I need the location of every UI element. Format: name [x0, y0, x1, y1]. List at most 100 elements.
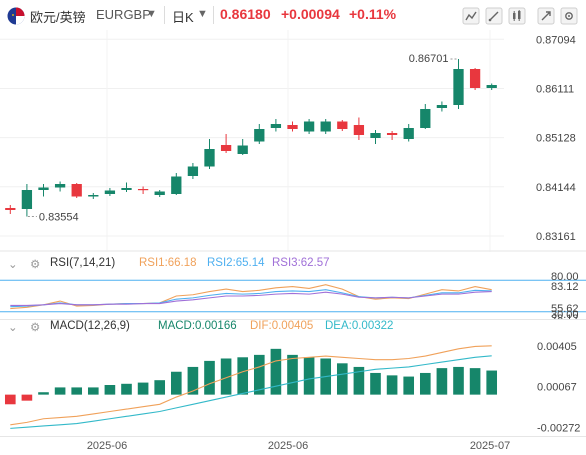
candle-body — [54, 184, 66, 188]
chart-header: 欧元/英镑 EURGBP ▼ 日K ▼ 0.86180 +0.00094 +0.… — [0, 0, 586, 30]
high-annotation: 0.86701 — [409, 53, 449, 65]
candle-body — [71, 184, 82, 197]
rsi-tick-label: 28.12 — [551, 313, 579, 320]
y-tick-label: 0.87094 — [536, 34, 576, 46]
price-change-percent: +0.11% — [349, 6, 397, 22]
y-tick-label: 0.85128 — [536, 133, 576, 145]
rsi3-value: RSI3:62.57 — [272, 257, 330, 269]
macd-histogram-bar — [419, 372, 431, 395]
macd-histogram-bar — [436, 368, 448, 395]
candle-body — [337, 121, 348, 129]
macd-histogram-bar — [121, 383, 132, 395]
settings-icon[interactable] — [559, 6, 579, 26]
chart-app: 欧元/英镑 EURGBP ▼ 日K ▼ 0.86180 +0.00094 +0.… — [0, 0, 586, 455]
macd-histogram-bar — [270, 348, 282, 395]
macd-chart[interactable]: 0.00405 0.00067 -0.00272 — [0, 336, 586, 436]
divider — [213, 6, 214, 24]
macd-histogram-bar — [21, 394, 33, 401]
candle-body — [386, 133, 398, 135]
macd-histogram-bar — [287, 354, 298, 395]
macd-tick-label: 0.00405 — [537, 341, 577, 353]
collapse-icon[interactable]: ⌄ — [8, 257, 18, 271]
macd-histogram-bar — [403, 376, 415, 395]
candle-body — [469, 69, 481, 88]
macd-histogram-bar — [336, 363, 348, 395]
eurgbp-flag-icon — [7, 7, 25, 25]
macd-histogram-bar — [71, 387, 83, 395]
macd-histogram-bar — [170, 371, 182, 395]
macd-header: ⌄ ⚙ MACD(12,26,9) MACD:0.00166 DIF:0.004… — [0, 320, 586, 336]
dif-line — [10, 345, 492, 426]
macd-histogram-bar — [303, 357, 315, 395]
candle-body — [204, 149, 215, 167]
candle-body — [88, 195, 99, 197]
symbol-code[interactable]: EURGBP — [96, 7, 151, 22]
x-tick-label: 2025-06 — [268, 440, 308, 452]
dea-line — [10, 355, 492, 429]
indicator-icon[interactable] — [461, 6, 481, 26]
rsi-title: RSI(7,14,21) — [50, 257, 116, 269]
macd-histogram-bar — [87, 387, 99, 395]
period-selector[interactable]: 日K — [172, 7, 194, 26]
candle-body — [137, 189, 149, 191]
symbol-name[interactable]: 欧元/英镑 — [30, 7, 86, 26]
chevron-down-icon[interactable]: ▼ — [197, 8, 208, 20]
low-annotation: 0.83554 — [39, 212, 79, 224]
rsi-tick-label: 83.12 — [551, 281, 579, 293]
y-tick-label: 0.86111 — [536, 83, 574, 95]
candle-body — [21, 190, 33, 209]
candle-body — [237, 145, 248, 154]
dea-value: DEA:0.00322 — [325, 320, 394, 332]
candle-body — [121, 188, 132, 190]
x-axis: 2025-06 2025-06 2025-07 — [0, 436, 586, 452]
candle-body — [436, 105, 448, 108]
gear-icon[interactable]: ⚙ — [30, 320, 40, 334]
macd-title: MACD(12,26,9) — [50, 320, 130, 332]
price-change: +0.00094 — [281, 6, 340, 22]
macd-histogram-bar — [154, 380, 166, 395]
last-price: 0.86180 — [220, 6, 271, 22]
candle-body — [420, 109, 431, 128]
macd-tick-label: -0.00272 — [537, 422, 580, 434]
rsi1-value: RSI1:66.18 — [139, 257, 197, 269]
candle-body — [270, 124, 282, 128]
macd-histogram-bar — [453, 366, 464, 395]
macd-histogram-bar — [370, 372, 381, 395]
rsi-header: ⌄ ⚙ RSI(7,14,21) RSI1:66.18 RSI2:65.14 R… — [0, 257, 586, 273]
candle-body — [320, 121, 331, 132]
candle-body — [254, 129, 265, 142]
chart-type-icon[interactable] — [507, 6, 527, 26]
macd-histogram-bar — [38, 392, 49, 395]
rsi-series-line — [10, 289, 492, 308]
macd-histogram-bar — [104, 385, 116, 395]
divider — [164, 6, 165, 24]
macd-histogram-bar — [204, 360, 215, 395]
candle-body — [154, 191, 165, 195]
fullscreen-icon[interactable] — [536, 6, 556, 26]
macd-histogram-bar — [486, 370, 498, 395]
candle-body — [38, 187, 49, 190]
x-tick-label: 2025-06 — [87, 440, 127, 452]
candle-body — [187, 166, 199, 176]
candle-body — [353, 125, 365, 135]
gear-icon[interactable]: ⚙ — [30, 257, 40, 271]
candle-body — [171, 176, 182, 194]
macd-histogram-bar — [54, 387, 66, 395]
macd-histogram-bar — [469, 368, 481, 395]
candle-body — [5, 208, 16, 210]
collapse-icon[interactable]: ⌄ — [8, 320, 18, 334]
rsi-chart[interactable]: 80.0083.1255.6230.0028.12 — [0, 272, 586, 320]
candle-body — [403, 128, 414, 139]
draw-icon[interactable] — [484, 6, 504, 26]
macd-tick-label: 0.00067 — [537, 382, 577, 394]
macd-histogram-bar — [4, 394, 16, 405]
chevron-down-icon[interactable]: ▼ — [146, 8, 157, 20]
macd-histogram-bar — [386, 375, 398, 395]
candle-body — [303, 121, 315, 132]
macd-histogram-bar — [137, 382, 149, 395]
macd-value: MACD:0.00166 — [158, 320, 237, 332]
candle-body — [287, 125, 298, 129]
candlestick-chart[interactable]: 0.87094 0.86111 0.85128 0.84144 0.83161 0.867… — [0, 30, 586, 252]
x-tick-label: 2025-07 — [470, 440, 510, 452]
y-tick-label: 0.83161 — [536, 231, 576, 243]
